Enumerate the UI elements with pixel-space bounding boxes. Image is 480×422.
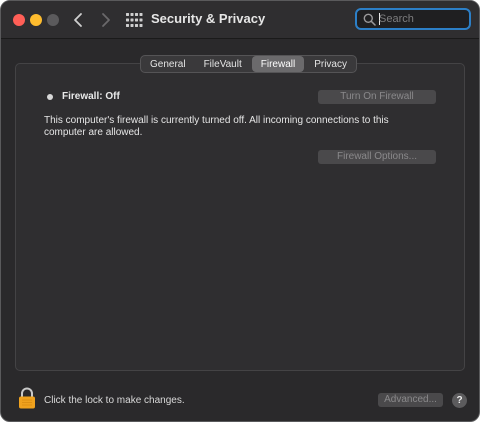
forward-button[interactable] [95,10,115,30]
tab-privacy[interactable]: Privacy [305,56,356,72]
advanced-button[interactable]: Advanced... [378,393,443,407]
search-field[interactable] [355,8,471,30]
tab-general[interactable]: General [141,56,195,72]
zoom-button[interactable] [47,14,59,26]
firewall-panel [15,63,465,371]
title-bar: Security & Privacy [1,1,479,39]
lock-button[interactable] [18,387,36,409]
firewall-status-indicator [47,94,53,100]
firewall-status-label: Firewall: Off [62,91,120,102]
minimize-button[interactable] [30,14,42,26]
search-input[interactable] [379,11,467,27]
grid-icon [126,13,143,27]
help-button[interactable]: ? [452,393,467,408]
firewall-description: This computer's firewall is currently tu… [44,115,389,138]
preferences-window: Security & Privacy General FileVault Fir… [0,0,480,422]
back-button[interactable] [69,10,89,30]
chevron-right-icon [102,13,110,27]
turn-on-firewall-button[interactable]: Turn On Firewall [318,90,436,104]
lock-hint-text: Click the lock to make changes. [44,395,185,406]
search-icon [363,13,376,26]
lock-icon [19,387,35,409]
tab-firewall[interactable]: Firewall [251,56,305,72]
show-all-button[interactable] [125,12,143,28]
tab-bar: General FileVault Firewall Privacy [140,55,357,73]
firewall-options-button[interactable]: Firewall Options... [318,150,436,164]
tab-filevault[interactable]: FileVault [195,56,251,72]
close-button[interactable] [13,14,25,26]
window-title: Security & Privacy [151,11,266,26]
chevron-left-icon [74,13,82,27]
